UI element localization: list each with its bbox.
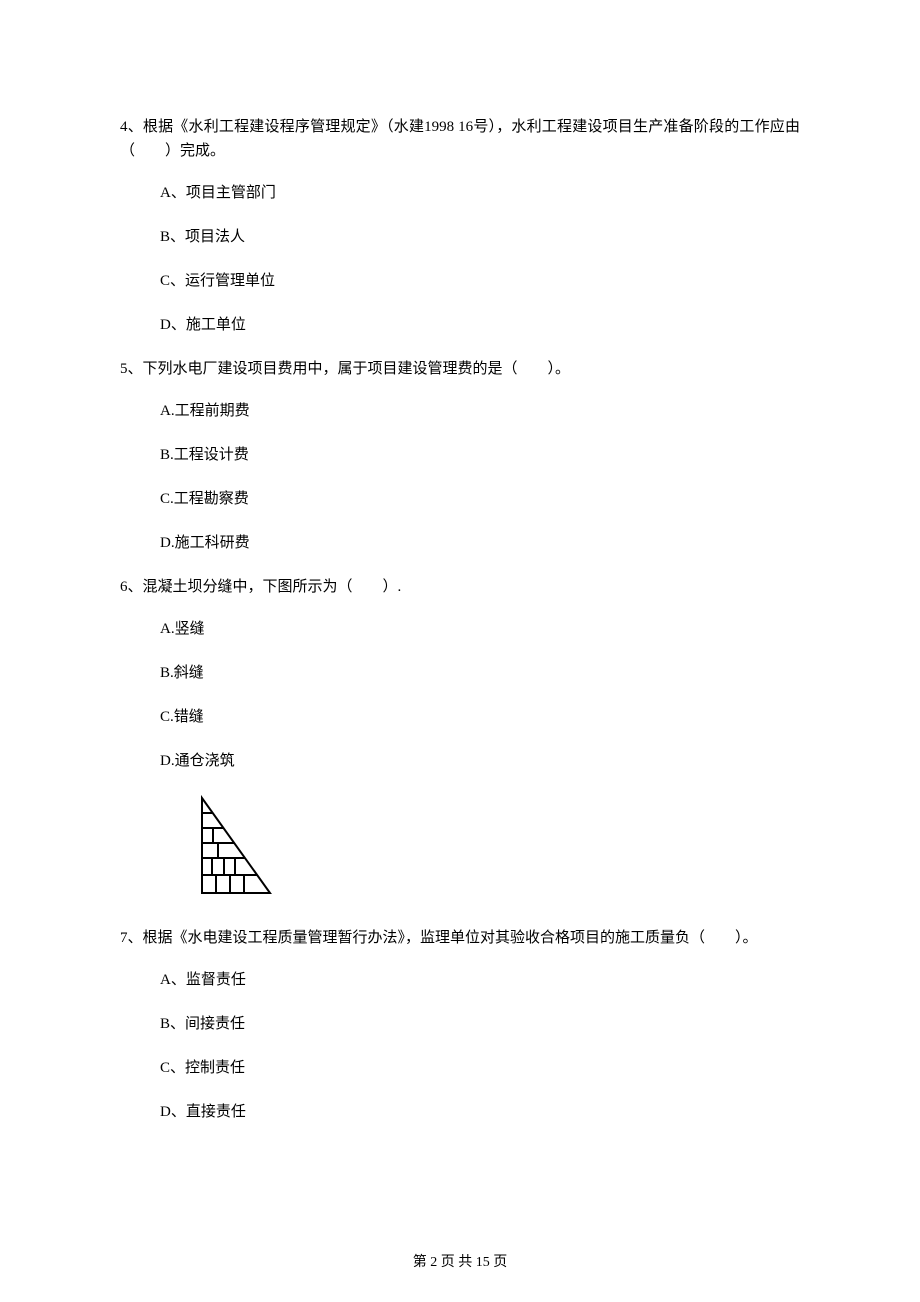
option-d: D、直接责任 xyxy=(120,1100,800,1124)
option-a: A、项目主管部门 xyxy=(120,181,800,205)
option-d: D、施工单位 xyxy=(120,313,800,337)
option-d: D.通仓浇筑 xyxy=(120,749,800,773)
option-c: C、运行管理单位 xyxy=(120,269,800,293)
question-5: 5、下列水电厂建设项目费用中，属于项目建设管理费的是（ ）。 A.工程前期费 B… xyxy=(120,357,800,555)
option-a: A.竖缝 xyxy=(120,617,800,641)
dam-diagram xyxy=(180,793,800,906)
page-footer: 第 2 页 共 15 页 xyxy=(0,1252,920,1274)
option-b: B、间接责任 xyxy=(120,1012,800,1036)
question-text: 7、根据《水电建设工程质量管理暂行办法》，监理单位对其验收合格项目的施工质量负（… xyxy=(120,926,800,950)
option-a: A.工程前期费 xyxy=(120,399,800,423)
option-c: C.工程勘察费 xyxy=(120,487,800,511)
option-a: A、监督责任 xyxy=(120,968,800,992)
question-4: 4、根据《水利工程建设程序管理规定》（水建1998 16号），水利工程建设项目生… xyxy=(120,115,800,337)
option-b: B、项目法人 xyxy=(120,225,800,249)
question-text: 5、下列水电厂建设项目费用中，属于项目建设管理费的是（ ）。 xyxy=(120,357,800,381)
question-text: 4、根据《水利工程建设程序管理规定》（水建1998 16号），水利工程建设项目生… xyxy=(120,115,800,163)
option-c: C、控制责任 xyxy=(120,1056,800,1080)
option-b: B.工程设计费 xyxy=(120,443,800,467)
question-6: 6、混凝土坝分缝中，下图所示为（ ）. A.竖缝 B.斜缝 C.错缝 D.通仓浇… xyxy=(120,575,800,906)
option-c: C.错缝 xyxy=(120,705,800,729)
question-7: 7、根据《水电建设工程质量管理暂行办法》，监理单位对其验收合格项目的施工质量负（… xyxy=(120,926,800,1124)
option-d: D.施工科研费 xyxy=(120,531,800,555)
option-b: B.斜缝 xyxy=(120,661,800,685)
question-text: 6、混凝土坝分缝中，下图所示为（ ）. xyxy=(120,575,800,599)
